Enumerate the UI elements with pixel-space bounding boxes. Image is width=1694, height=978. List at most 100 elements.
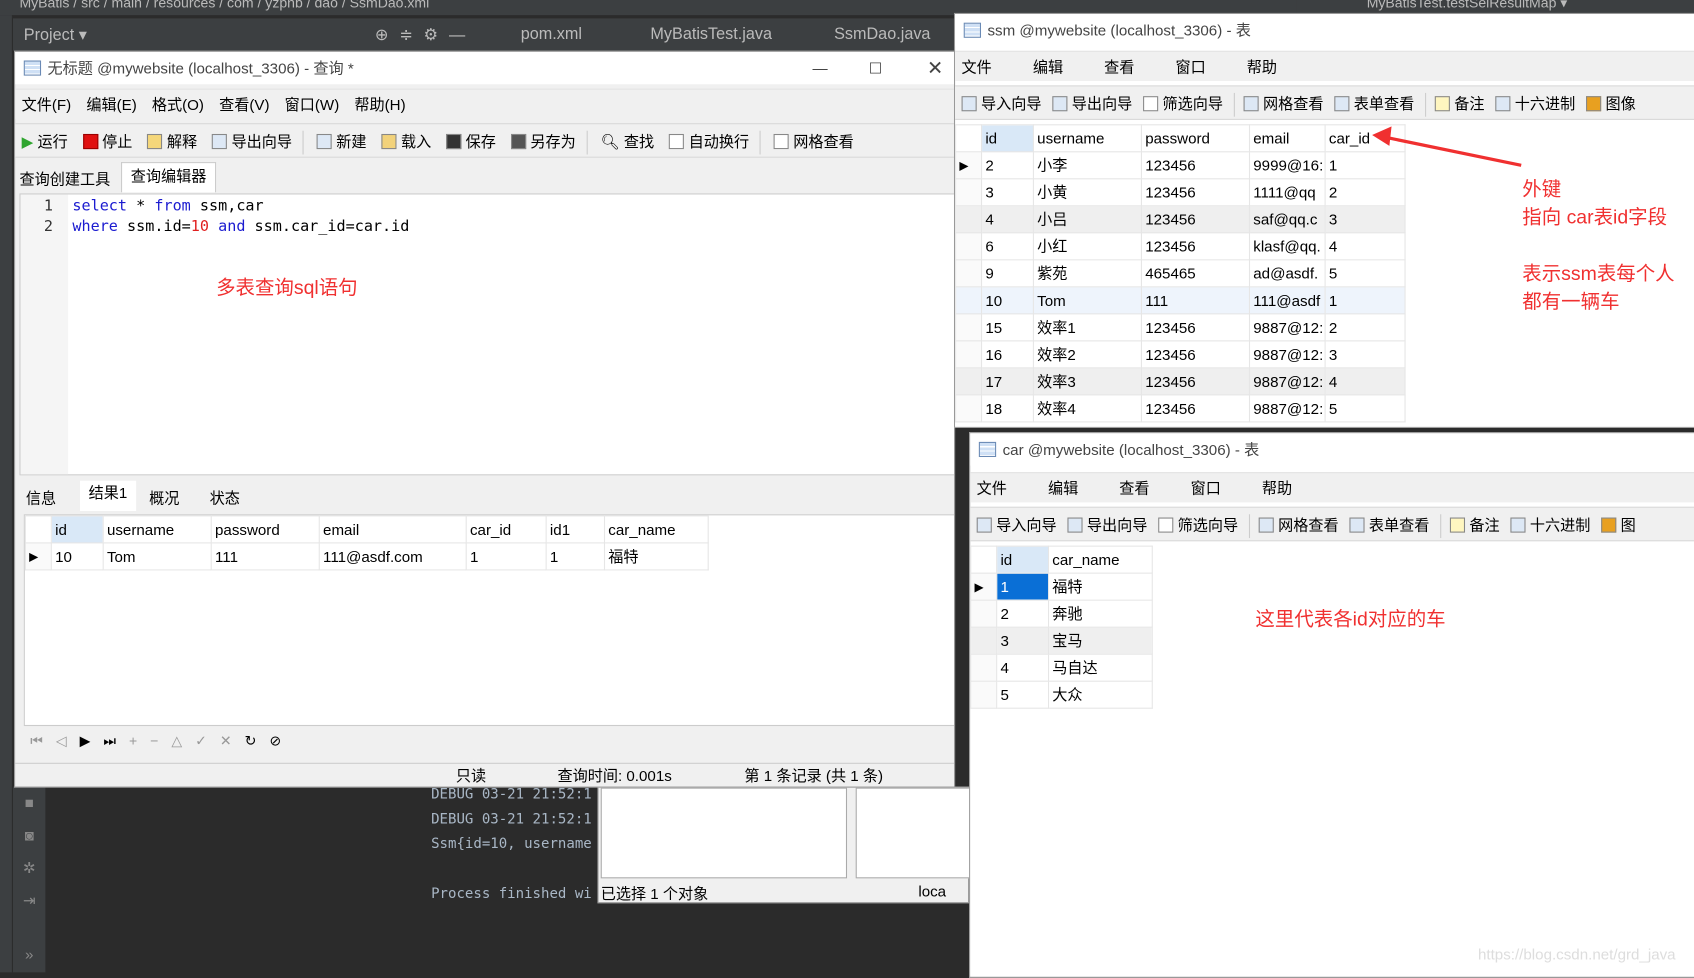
table-cell[interactable]: 123456	[1140, 340, 1251, 369]
hex-button[interactable]: 十六进制	[1495, 86, 1575, 121]
table-cell[interactable]: 123456	[1140, 151, 1251, 180]
stop-icon[interactable]: ■	[13, 787, 45, 819]
table-cell[interactable]: 15	[981, 313, 1034, 342]
column-header[interactable]: car_name	[603, 515, 709, 544]
table-cell[interactable]: 1	[465, 542, 547, 571]
table-cell[interactable]: 9999@16:	[1248, 151, 1326, 180]
result-grid[interactable]: id username password email car_id id1 car_name…	[23, 514, 954, 727]
column-header[interactable]: username	[102, 515, 212, 544]
column-header[interactable]: email	[318, 515, 467, 544]
table-cell[interactable]: 123456	[1140, 313, 1251, 342]
table-cell[interactable]: 2	[996, 599, 1050, 628]
form-button[interactable]: 表单查看	[1334, 86, 1414, 121]
table-cell[interactable]: 5	[996, 680, 1050, 709]
table-cell[interactable]: 465465	[1140, 259, 1251, 288]
column-header[interactable]: car_name	[1047, 545, 1153, 574]
table-row[interactable]: 3 宝马	[970, 626, 1153, 655]
apply-icon[interactable]: ✓	[195, 733, 220, 749]
table-row[interactable]: 5 大众	[970, 680, 1153, 709]
table-cell[interactable]: klasf@qq.	[1248, 232, 1326, 261]
exit-icon[interactable]: ⇥	[13, 884, 45, 916]
table-cell[interactable]: 福特	[1047, 572, 1153, 601]
table-cell[interactable]: 5	[1324, 394, 1406, 423]
table-cell[interactable]: 111@asdf.com	[318, 542, 467, 571]
table-cell[interactable]: 1	[996, 572, 1050, 601]
menu-help[interactable]: 帮助(H)	[354, 96, 405, 113]
memo-button[interactable]: 备注	[1449, 508, 1500, 543]
word-wrap-button[interactable]: 自动换行	[669, 124, 749, 159]
table-cell[interactable]: 111	[1140, 286, 1251, 315]
table-cell[interactable]: 3	[996, 626, 1050, 655]
table-cell[interactable]: 3	[1324, 340, 1406, 369]
column-header[interactable]: password	[210, 515, 320, 544]
tab-info[interactable]: 信息	[26, 487, 56, 509]
table-cell[interactable]: 111@asdf	[1248, 286, 1326, 315]
close-button[interactable]: ✕	[927, 52, 943, 84]
table-row[interactable]: 15 效率1 123456 9887@12: 2	[955, 313, 1406, 342]
form-button[interactable]: 表单查看	[1349, 508, 1429, 543]
menu-item[interactable]: 查看	[1104, 58, 1134, 75]
menu-view[interactable]: 查看(V)	[219, 96, 269, 113]
tab-query-editor[interactable]: 查询编辑器	[121, 162, 217, 193]
image-button[interactable]: 图	[1601, 508, 1636, 543]
column-header[interactable]: id	[981, 124, 1034, 153]
sql-editor[interactable]: 1 select * from ssm,car 2 where ssm.id=10 …	[19, 193, 954, 476]
tab-overview[interactable]: 概况	[149, 487, 179, 509]
table-cell[interactable]: 111	[210, 542, 320, 571]
table-cell[interactable]: 效率1	[1032, 313, 1142, 342]
column-header[interactable]: id1	[545, 515, 606, 544]
table-cell[interactable]: 123456	[1140, 367, 1251, 396]
table-cell[interactable]: 小黄	[1032, 178, 1142, 207]
last-record-icon[interactable]: ⏭	[103, 733, 129, 749]
add-record-icon[interactable]: +	[129, 733, 150, 749]
table-cell[interactable]: 9887@12:	[1248, 340, 1326, 369]
export-button[interactable]: 导出向导	[1052, 86, 1132, 121]
table-cell[interactable]: 奔驰	[1047, 599, 1153, 628]
delete-record-icon[interactable]: −	[150, 733, 171, 749]
menu-item[interactable]: 编辑	[1048, 480, 1078, 497]
table-cell[interactable]: 1	[545, 542, 606, 571]
refresh-icon[interactable]: ↻	[245, 733, 270, 749]
menu-item[interactable]: 窗口	[1175, 58, 1205, 75]
run-button[interactable]: ▶ 运行	[22, 124, 68, 159]
table-cell[interactable]: 2	[1324, 178, 1406, 207]
table-cell[interactable]: 福特	[603, 542, 709, 571]
column-header[interactable]: car_id	[465, 515, 547, 544]
table-cell[interactable]: 9887@12:	[1248, 394, 1326, 423]
table-cell[interactable]: 5	[1324, 259, 1406, 288]
table-row[interactable]: 10 Tom 111 111@asdf 1	[955, 286, 1406, 315]
table-cell[interactable]: 紫苑	[1032, 259, 1142, 288]
table-cell[interactable]: 2	[1324, 313, 1406, 342]
table-cell[interactable]: 小李	[1032, 151, 1142, 180]
table-cell[interactable]: 123456	[1140, 232, 1251, 261]
tab-result1[interactable]: 结果1	[79, 480, 136, 512]
stop-query-icon[interactable]: ⊘	[269, 733, 294, 749]
tab-ssmdao-java[interactable]: SsmDao.java	[834, 25, 930, 43]
save-as-button[interactable]: 另存为	[510, 124, 576, 159]
table-row[interactable]: 2 奔驰	[970, 599, 1153, 628]
table-cell[interactable]: 18	[981, 394, 1034, 423]
table-cell[interactable]: 6	[981, 232, 1034, 261]
hex-button[interactable]: 十六进制	[1510, 508, 1590, 543]
table-row[interactable]: 16 效率2 123456 9887@12: 3	[955, 340, 1406, 369]
menu-item[interactable]: 帮助	[1247, 58, 1277, 75]
filter-button[interactable]: 筛选向导	[1158, 508, 1238, 543]
load-button[interactable]: 载入	[381, 124, 431, 159]
export-button[interactable]: 导出向导	[1067, 508, 1147, 543]
grid-button[interactable]: 网格查看	[1258, 508, 1339, 543]
tab-query-builder[interactable]: 查询创建工具	[19, 169, 110, 191]
column-header[interactable]: id	[50, 515, 104, 544]
table-row[interactable]: 3 小黄 123456 1111@qq 2	[955, 178, 1406, 207]
image-button[interactable]: 图像	[1586, 86, 1636, 121]
table-cell[interactable]: 4	[1324, 232, 1406, 261]
menu-format[interactable]: 格式(O)	[152, 96, 204, 113]
run-config-selector[interactable]: MyBatisTest.testSelResultMap ▾	[1296, 0, 1694, 13]
next-record-icon[interactable]: ▶	[80, 733, 104, 749]
filter-button[interactable]: 筛选向导	[1143, 86, 1223, 121]
menu-window[interactable]: 窗口(W)	[285, 96, 340, 113]
grid-button[interactable]: 网格查看	[1243, 86, 1323, 121]
column-header[interactable]: email	[1248, 124, 1326, 153]
table-cell[interactable]: 马自达	[1047, 653, 1153, 682]
table-cell[interactable]: 16	[981, 340, 1034, 369]
table-cell[interactable]: 小红	[1032, 232, 1142, 261]
